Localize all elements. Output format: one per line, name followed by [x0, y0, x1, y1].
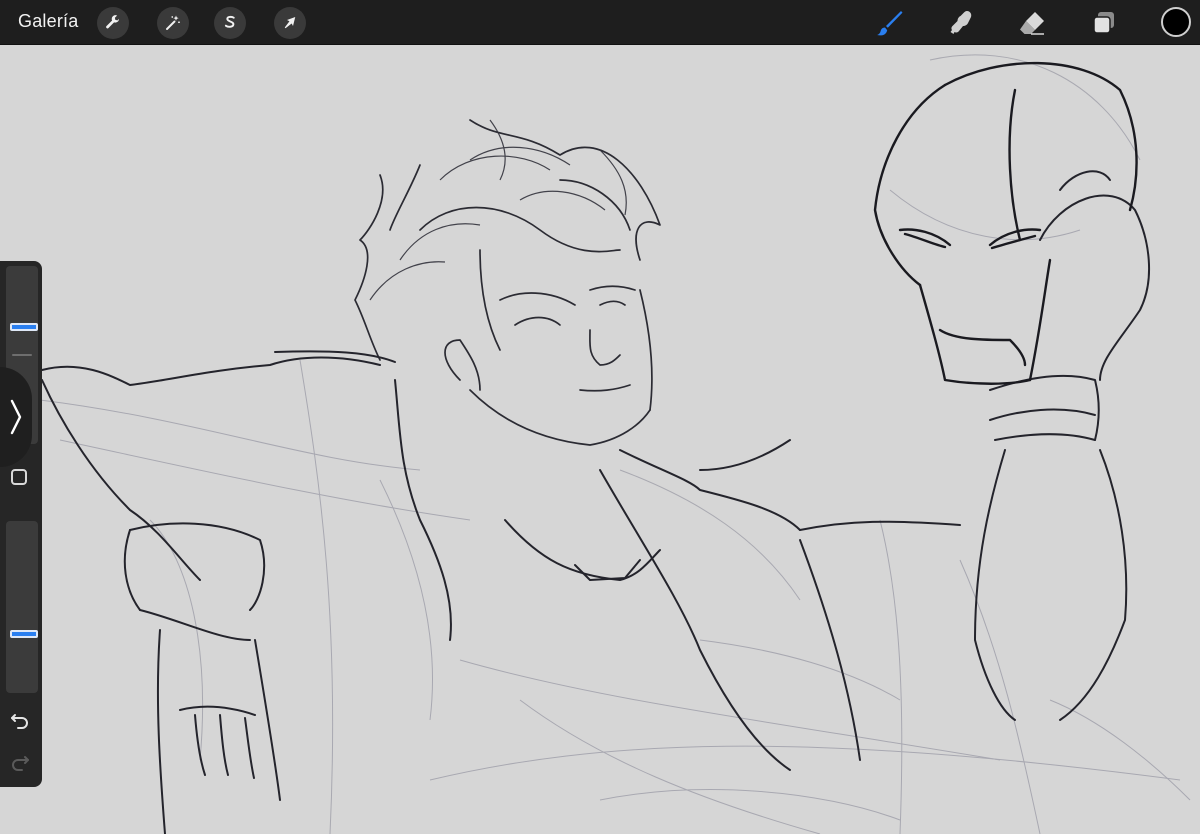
arrow-cursor-icon	[284, 17, 296, 29]
undo-arrow-icon[interactable]	[9, 709, 31, 731]
adjustments-button[interactable]	[157, 7, 189, 39]
modify-button[interactable]	[11, 469, 27, 485]
left-sidebar	[0, 261, 42, 787]
layers-button[interactable]	[1088, 7, 1120, 39]
selection-s-icon	[224, 15, 235, 28]
magic-wand-icon	[166, 15, 180, 30]
transform-button[interactable]	[274, 7, 306, 39]
figure-head	[354, 119, 661, 446]
right-arm	[974, 170, 1150, 721]
procreate-app: Galería	[0, 0, 1200, 834]
layers-icon	[1093, 12, 1114, 34]
slider-tick	[12, 354, 32, 356]
smudge-tool-button[interactable]	[944, 7, 976, 39]
redo-arrow-icon[interactable]	[9, 751, 31, 773]
wrench-icon	[106, 15, 119, 29]
smudge-finger-icon	[950, 11, 972, 34]
opacity-thumb[interactable]	[10, 630, 38, 639]
brush-tool-button[interactable]	[873, 7, 905, 39]
helmet	[873, 61, 1138, 385]
drawing-canvas[interactable]	[0, 45, 1200, 834]
top-toolbar: Galería	[0, 0, 1200, 45]
chevron-right-icon	[10, 399, 22, 435]
opacity-slider[interactable]	[6, 521, 38, 693]
eraser-icon	[1020, 12, 1044, 35]
gallery-button[interactable]: Galería	[18, 11, 78, 32]
brush-size-thumb[interactable]	[10, 322, 38, 331]
sketch-artwork	[39, 54, 1191, 834]
color-picker-button[interactable]	[1161, 7, 1191, 37]
brush-icon	[877, 11, 903, 36]
eraser-tool-button[interactable]	[1016, 7, 1048, 39]
construction-lines	[39, 54, 1191, 834]
actions-button[interactable]	[97, 7, 129, 39]
selection-button[interactable]	[214, 7, 246, 39]
